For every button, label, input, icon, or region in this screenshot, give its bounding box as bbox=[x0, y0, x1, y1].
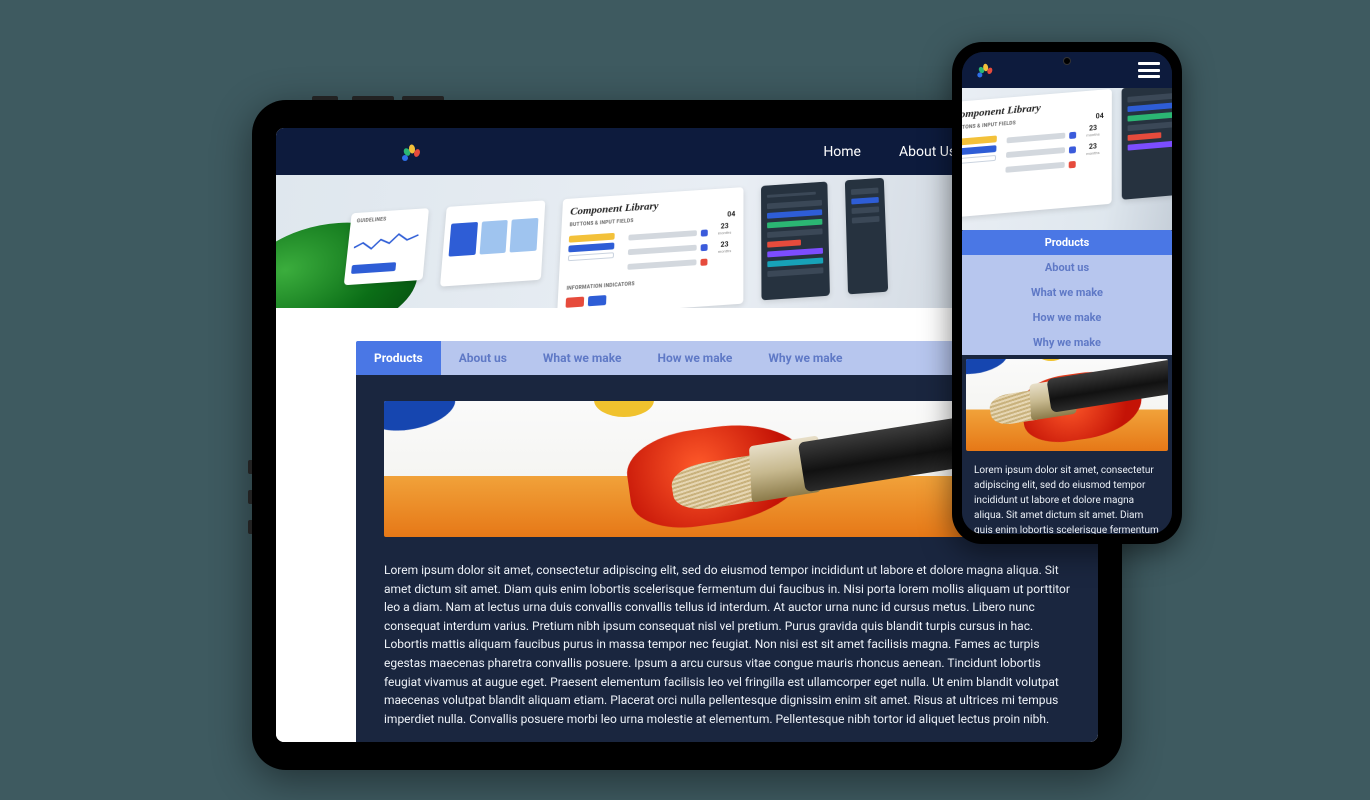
logo-icon[interactable] bbox=[398, 140, 422, 164]
tab-about-us[interactable]: About us bbox=[962, 255, 1172, 280]
tablet-hw-button bbox=[248, 520, 252, 534]
tab-what-we-make[interactable]: What we make bbox=[525, 341, 640, 375]
mockup-cards-panel bbox=[440, 200, 545, 286]
tab-why-we-make[interactable]: Why we make bbox=[750, 341, 860, 375]
tab-content-products-mobile: Lorem ipsum dolor sit amet, consectetur … bbox=[962, 355, 1172, 534]
tab-what-we-make[interactable]: What we make bbox=[962, 280, 1172, 305]
tab-why-we-make[interactable]: Why we make bbox=[962, 330, 1172, 355]
mockup-component-library-panel: Component Library BUTTONS & INPUT FIELDS… bbox=[557, 187, 743, 308]
hero-ui-mockups: GUIDELINES Component Library bbox=[339, 178, 889, 308]
nav-about-us[interactable]: About Us bbox=[899, 144, 956, 160]
tablet-hw-button bbox=[402, 96, 444, 100]
mockup-dark-panel bbox=[1122, 88, 1172, 200]
mockup-label: months bbox=[714, 248, 736, 254]
hamburger-menu-icon[interactable] bbox=[1138, 62, 1160, 78]
logo-icon[interactable] bbox=[974, 60, 994, 80]
tab-how-we-make[interactable]: How we make bbox=[962, 305, 1172, 330]
tab-about-us[interactable]: About us bbox=[441, 341, 525, 375]
mockup-guidelines-panel: GUIDELINES bbox=[344, 208, 429, 285]
phone-screen: Component Library BUTTONS & INPUT FIELDS… bbox=[962, 52, 1172, 534]
content-image-paintbrush bbox=[966, 359, 1168, 451]
tab-how-we-make[interactable]: How we make bbox=[639, 341, 750, 375]
content-paragraph: Lorem ipsum dolor sit amet, consectetur … bbox=[384, 561, 1070, 728]
mockup-dark-panel bbox=[761, 182, 830, 301]
mockup-dark-panel bbox=[845, 178, 888, 295]
mockup-number: 04 bbox=[727, 210, 735, 218]
nav-home[interactable]: Home bbox=[823, 144, 861, 160]
tab-products[interactable]: Products bbox=[356, 341, 441, 375]
phone-device-frame: Component Library BUTTONS & INPUT FIELDS… bbox=[952, 42, 1182, 544]
mockup-section: BUTTONS & INPUT FIELDS bbox=[569, 218, 633, 228]
tablet-hw-button bbox=[352, 96, 394, 100]
phone-camera-icon bbox=[1063, 57, 1071, 65]
tabs-mobile: Products About us What we make How we ma… bbox=[962, 230, 1172, 355]
mockup-label: months bbox=[1082, 150, 1104, 157]
mockup-number: 04 bbox=[1096, 112, 1104, 120]
hero-image-mobile: Component Library BUTTONS & INPUT FIELDS… bbox=[962, 88, 1172, 230]
tab-products[interactable]: Products bbox=[962, 230, 1172, 255]
tablet-hw-button bbox=[312, 96, 338, 100]
mockup-label: GUIDELINES bbox=[356, 214, 422, 224]
mockup-component-library-panel: Component Library BUTTONS & INPUT FIELDS… bbox=[962, 89, 1112, 219]
content-paragraph: Lorem ipsum dolor sit amet, consectetur … bbox=[966, 451, 1168, 534]
tablet-hw-button bbox=[248, 490, 252, 504]
tablet-hw-button bbox=[248, 460, 252, 474]
mockup-section: BUTTONS & INPUT FIELDS bbox=[962, 120, 1016, 131]
